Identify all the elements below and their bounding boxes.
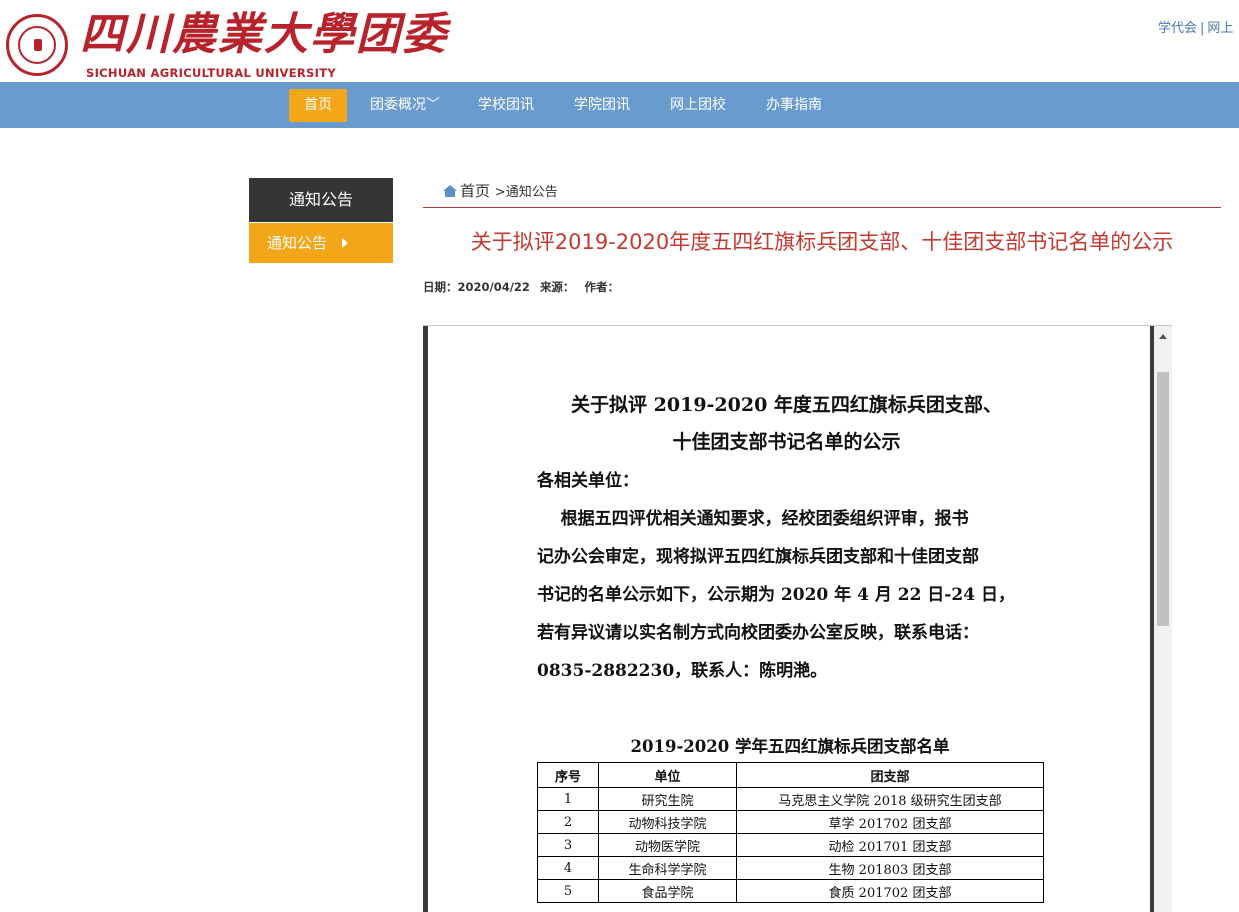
logo-english-title: SICHUAN AGRICULTURAL UNIVERSITY	[86, 66, 336, 80]
doc-body-line: 记办公会审定，现将拟评五四红旗标兵团支部和十佳团支部	[537, 547, 979, 567]
breadcrumb-home[interactable]: 首页	[460, 182, 490, 200]
table-cell: 4	[537, 856, 599, 880]
doc-body-line: 根据五四评优相关通知要求，经校团委组织评审，报书	[537, 509, 969, 529]
table-cell: 动检 201701 团支部	[736, 833, 1044, 857]
table-header-row: 序号 单位 团支部	[537, 762, 1044, 788]
doc-table-caption: 2019-2020 学年五四红旗标兵团支部名单	[630, 737, 950, 756]
doc-title-line1: 关于拟评 2019-2020 年度五四红旗标兵团支部、	[571, 394, 1002, 416]
caret-right-icon	[342, 238, 348, 248]
article-source: 来源：	[539, 280, 575, 294]
sidebar-item-notices[interactable]: 通知公告	[249, 223, 393, 263]
top-links: 学代会 | 网上	[1158, 17, 1233, 36]
doc-body-line: 若有异议请以实名制方式向校团委办公室反映，联系电话：	[537, 623, 979, 643]
article-title: 关于拟评2019-2020年度五四红旗标兵团支部、十佳团支部书记名单的公示	[470, 230, 1174, 254]
table-row: 1 研究生院 马克思主义学院 2018 级研究生团支部	[537, 787, 1044, 811]
scrollbar-thumb[interactable]	[1157, 372, 1169, 626]
table-row: 2 动物科技学院 草学 201702 团支部	[537, 810, 1044, 834]
table-header: 团支部	[736, 762, 1044, 788]
table-row: 3 动物医学院 动检 201701 团支部	[537, 833, 1044, 857]
viewer-scrollbar[interactable]	[1154, 326, 1172, 912]
home-icon	[443, 185, 457, 197]
logo-chinese-title[interactable]: 四川農業大學团委	[80, 8, 448, 62]
top-link-online[interactable]: 网上	[1207, 21, 1233, 36]
breadcrumb-divider	[423, 207, 1221, 208]
table-header: 单位	[598, 762, 737, 788]
document-page: 关于拟评 2019-2020 年度五四红旗标兵团支部、 十佳团支部书记名单的公示…	[423, 326, 1150, 912]
article-date: 日期：2020/04/22	[423, 280, 530, 294]
nav-item-college-news[interactable]: 学院团讯	[566, 89, 638, 122]
doc-title-line2: 十佳团支部书记名单的公示	[672, 431, 901, 453]
table-header: 序号	[537, 762, 599, 788]
article-meta: 日期：2020/04/22 来源： 作者：	[423, 279, 625, 295]
table-cell: 2	[537, 810, 599, 834]
nav-item-online-school[interactable]: 网上团校	[662, 89, 734, 122]
sidebar-item-label: 通知公告	[267, 234, 328, 252]
doc-salutation: 各相关单位：	[537, 471, 639, 491]
table-row: 4 生命科学学院 生物 201803 团支部	[537, 856, 1044, 880]
table-cell: 5	[537, 879, 599, 903]
scroll-up-arrow-icon[interactable]	[1159, 334, 1167, 339]
table-cell: 生命科学学院	[598, 856, 737, 880]
table-row: 5 食品学院 食质 201702 团支部	[537, 879, 1044, 903]
branch-list-table: 序号 单位 团支部 1 研究生院 马克思主义学院 2018 级研究生团支部 2 …	[537, 762, 1044, 903]
table-cell: 食质 201702 团支部	[736, 879, 1044, 903]
table-cell: 1	[537, 787, 599, 811]
table-cell: 食品学院	[598, 879, 737, 903]
sidebar-title: 通知公告	[249, 178, 393, 222]
table-cell: 动物科技学院	[598, 810, 737, 834]
doc-body-line: 书记的名单公示如下，公示期为 2020 年 4 月 22 日-24 日，	[537, 585, 1015, 605]
breadcrumb-current[interactable]: >通知公告	[495, 185, 558, 200]
table-cell: 马克思主义学院 2018 级研究生团支部	[736, 787, 1044, 811]
nav-item-school-news[interactable]: 学校团讯	[470, 89, 542, 122]
table-cell: 草学 201702 团支部	[736, 810, 1044, 834]
document-viewer[interactable]: 关于拟评 2019-2020 年度五四红旗标兵团支部、 十佳团支部书记名单的公示…	[423, 325, 1172, 912]
main-nav: 首页 团委概况﹀ 学校团讯 学院团讯 网上团校 办事指南	[0, 82, 1239, 128]
nav-item-overview[interactable]: 团委概况﹀	[364, 89, 446, 122]
breadcrumb: 首页 >通知公告	[443, 180, 558, 201]
table-cell: 3	[537, 833, 599, 857]
article-author: 作者：	[584, 280, 619, 294]
nav-item-guide[interactable]: 办事指南	[758, 89, 830, 122]
seal-core	[34, 39, 42, 51]
site-header: 四川農業大學团委 SICHUAN AGRICULTURAL UNIVERSITY…	[0, 0, 1239, 82]
table-cell: 生物 201803 团支部	[736, 856, 1044, 880]
table-cell: 动物医学院	[598, 833, 737, 857]
table-cell: 研究生院	[598, 787, 737, 811]
doc-body-line: 0835-2882230，联系人：陈明滟。	[537, 661, 828, 681]
top-link-student-congress[interactable]: 学代会	[1158, 21, 1197, 36]
university-seal-icon[interactable]	[6, 14, 68, 76]
top-link-separator: |	[1200, 21, 1205, 36]
nav-item-home[interactable]: 首页	[289, 89, 347, 122]
